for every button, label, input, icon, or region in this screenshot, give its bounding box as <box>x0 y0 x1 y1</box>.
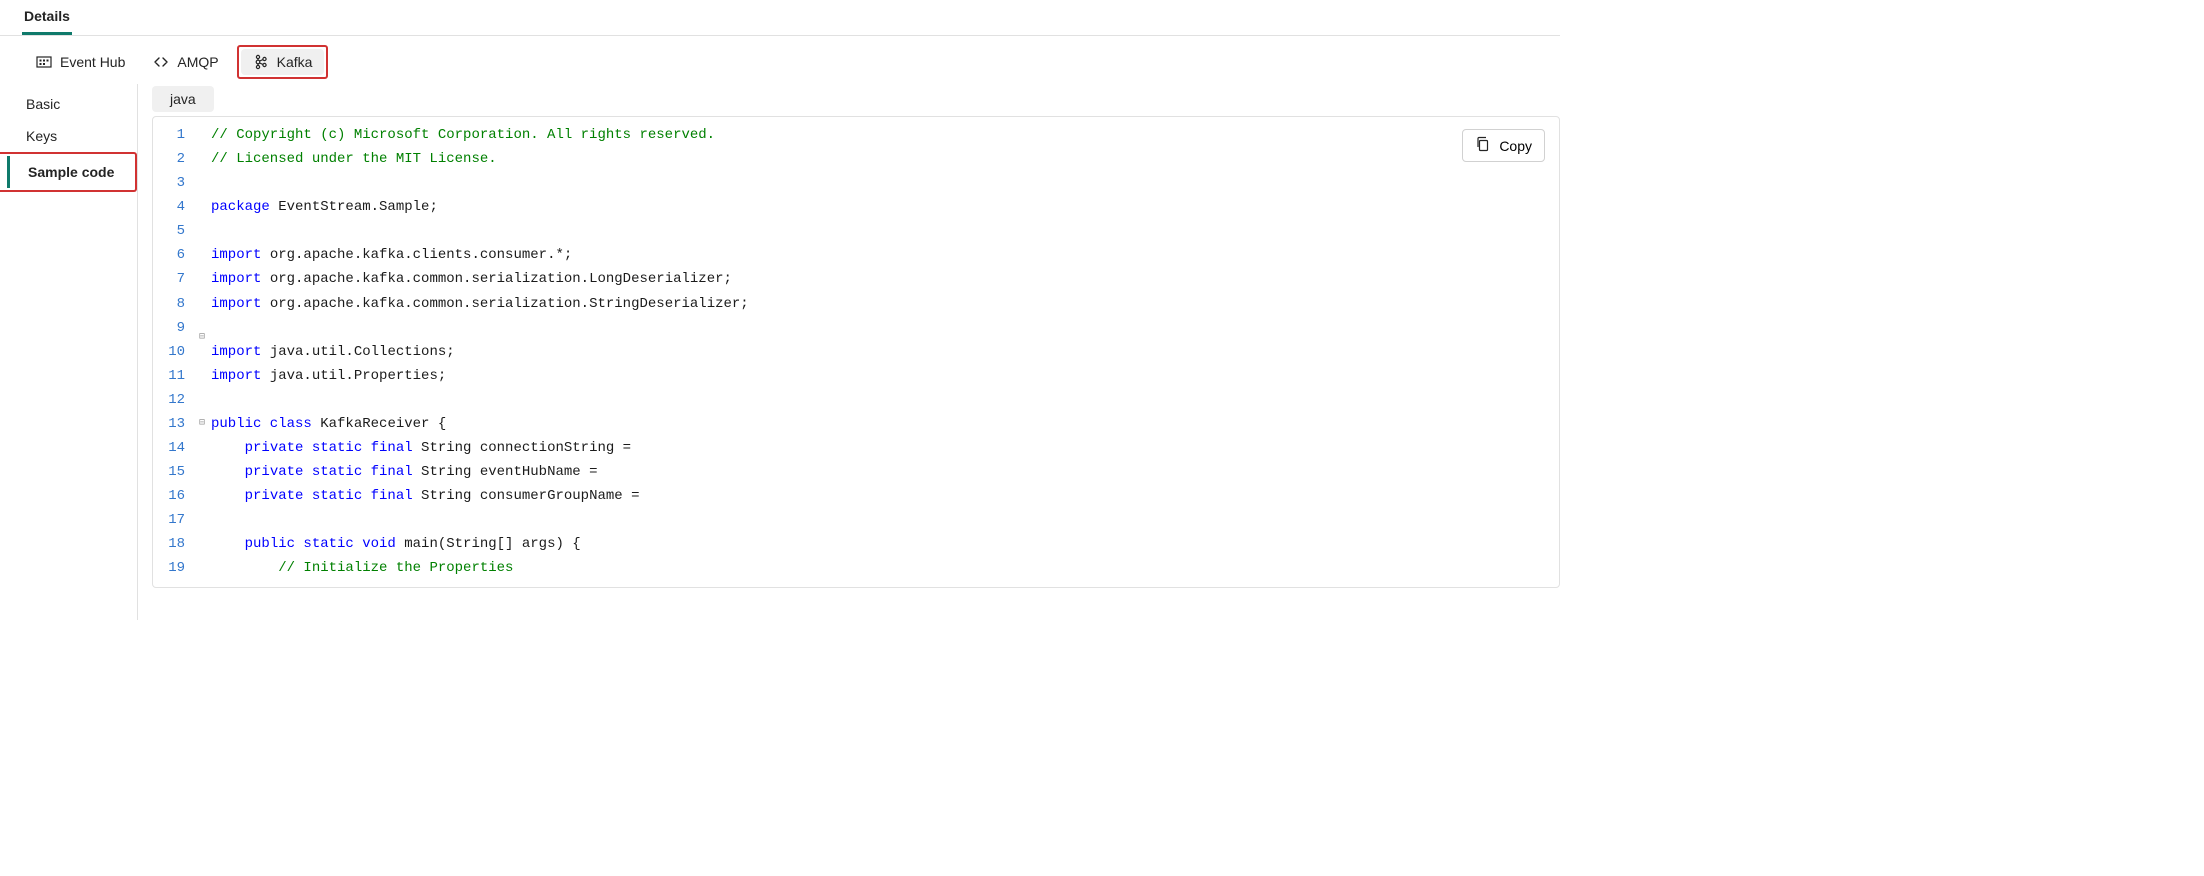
tab-details[interactable]: Details <box>22 2 72 35</box>
main-panel: java Copy 12345678910111213141516171819 … <box>138 84 1560 620</box>
conn-tab-event-hub[interactable]: Event Hub <box>24 49 137 75</box>
sidebar-item-keys[interactable]: Keys <box>0 120 137 152</box>
copy-button-label: Copy <box>1499 138 1532 154</box>
conn-tab-label: AMQP <box>177 54 218 70</box>
conn-tab-label: Event Hub <box>60 54 125 70</box>
line-number-gutter: 12345678910111213141516171819 <box>153 117 195 586</box>
header-tabs: Details <box>0 0 1560 36</box>
kafka-icon <box>253 54 269 70</box>
conn-tab-kafka[interactable]: Kafka <box>241 49 325 75</box>
copy-icon <box>1475 136 1491 155</box>
copy-button[interactable]: Copy <box>1462 129 1545 162</box>
sidebar: Basic Keys Sample code <box>0 84 138 620</box>
code-editor[interactable]: Copy 12345678910111213141516171819 ⊟⊟ //… <box>152 116 1560 588</box>
connection-type-tabs: Event Hub AMQP Kafka <box>0 36 1560 84</box>
highlight-sample-code-annotation: Sample code <box>0 152 137 192</box>
fold-gutter: ⊟⊟ <box>195 117 209 586</box>
sidebar-item-basic[interactable]: Basic <box>0 88 137 120</box>
language-tabs: java <box>152 84 1560 116</box>
event-hub-icon <box>36 54 52 70</box>
sidebar-item-sample-code[interactable]: Sample code <box>7 156 133 188</box>
conn-tab-amqp[interactable]: AMQP <box>141 49 230 75</box>
amqp-icon <box>153 54 169 70</box>
conn-tab-label: Kafka <box>277 54 313 70</box>
highlight-kafka-annotation: Kafka <box>237 45 329 79</box>
lang-tab-java[interactable]: java <box>152 86 214 112</box>
code-content[interactable]: // Copyright (c) Microsoft Corporation. … <box>209 117 749 586</box>
